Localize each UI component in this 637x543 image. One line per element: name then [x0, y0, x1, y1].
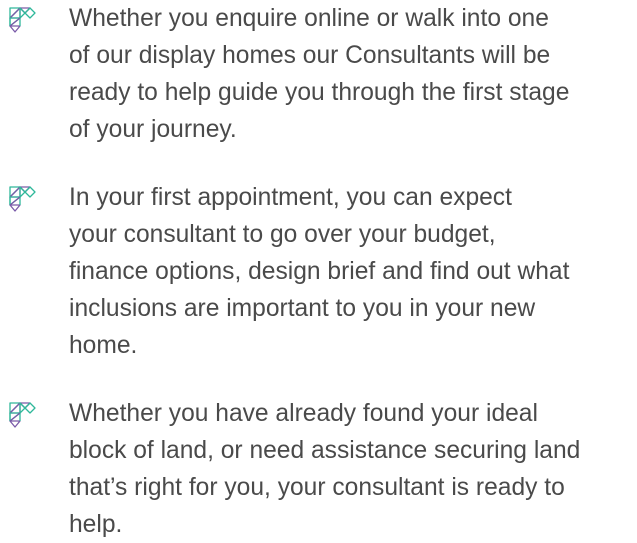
geometric-triangles-logo-icon — [9, 402, 36, 428]
list-item-text: Whether you have already found your idea… — [69, 400, 581, 538]
list-item-text: In your first appointment, you can expec… — [69, 184, 570, 359]
list-item: Whether you enquire online or walk into … — [0, 0, 637, 148]
list-item: Whether you have already found your idea… — [0, 395, 637, 543]
info-list: Whether you enquire online or walk into … — [0, 0, 637, 543]
geometric-triangles-logo-icon — [9, 7, 36, 33]
list-item-text: Whether you enquire online or walk into … — [69, 5, 570, 143]
list-item: In your first appointment, you can expec… — [0, 179, 637, 364]
geometric-triangles-logo-icon — [9, 186, 36, 212]
